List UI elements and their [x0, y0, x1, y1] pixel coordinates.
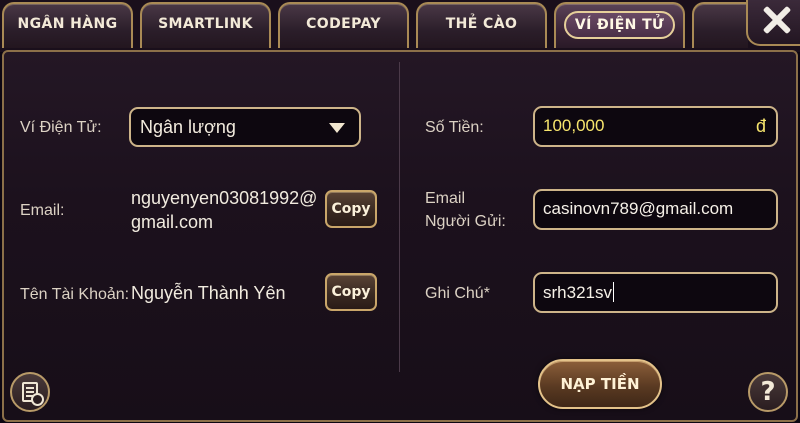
- sender-email-label-line2: Người Gửi:: [425, 213, 506, 230]
- tab-codepay-label: CODEPAY: [306, 16, 381, 32]
- note-input[interactable]: srh321sv: [533, 272, 778, 313]
- copy-account-name-button[interactable]: Copy: [325, 273, 377, 311]
- sender-email-label-line1: Email: [425, 190, 466, 207]
- close-button[interactable]: [746, 0, 800, 46]
- tab-bank[interactable]: NGÂN HÀNG: [2, 2, 133, 48]
- tab-bank-label: NGÂN HÀNG: [17, 16, 118, 32]
- tab-scratch-card-label: THẺ CÀO: [445, 16, 518, 32]
- close-icon: [762, 5, 792, 35]
- account-name-label: Tên Tài Khoản:: [20, 286, 130, 303]
- sender-email-input[interactable]: casinovn789@gmail.com: [533, 189, 778, 230]
- wallet-selected-value: Ngân lượng: [140, 117, 236, 137]
- tab-e-wallet[interactable]: VÍ ĐIỆN TỬ: [554, 2, 685, 48]
- help-button[interactable]: ?: [748, 372, 788, 412]
- chevron-down-icon: [329, 123, 345, 133]
- sender-email-value: casinovn789@gmail.com: [543, 199, 734, 218]
- column-divider: [399, 62, 400, 372]
- tab-smartlink[interactable]: SMARTLINK: [140, 2, 271, 48]
- tab-smartlink-label: SMARTLINK: [158, 16, 253, 32]
- amount-label: Số Tiền:: [425, 119, 484, 136]
- history-icon: [22, 382, 44, 406]
- amount-input[interactable]: 100,000 đ: [533, 106, 778, 147]
- tab-bar: NGÂN HÀNG SMARTLINK CODEPAY THẺ CÀO VÍ Đ…: [0, 0, 800, 52]
- wallet-select[interactable]: Ngân lượng: [129, 107, 361, 147]
- currency-symbol: đ: [755, 116, 766, 136]
- deposit-button[interactable]: NẠP TIỀN: [538, 359, 662, 409]
- email-label: Email:: [20, 202, 65, 219]
- tab-e-wallet-label: VÍ ĐIỆN TỬ: [564, 11, 675, 39]
- tab-more[interactable]: [692, 2, 748, 48]
- amount-value: 100,000: [543, 116, 605, 135]
- tab-scratch-card[interactable]: THẺ CÀO: [416, 2, 547, 48]
- account-name-value: Nguyễn Thành Yên: [131, 283, 286, 303]
- copy-email-button[interactable]: Copy: [325, 190, 377, 228]
- note-label: Ghi Chú*: [425, 285, 490, 302]
- email-value-line2: gmail.com: [131, 212, 214, 232]
- email-value-line1: nguyenyen03081992@: [131, 188, 318, 208]
- wallet-label: Ví Điện Tử:: [20, 119, 102, 136]
- history-button[interactable]: [10, 372, 50, 412]
- text-cursor: [612, 282, 614, 302]
- note-value: srh321sv: [543, 283, 612, 302]
- tab-codepay[interactable]: CODEPAY: [278, 2, 409, 48]
